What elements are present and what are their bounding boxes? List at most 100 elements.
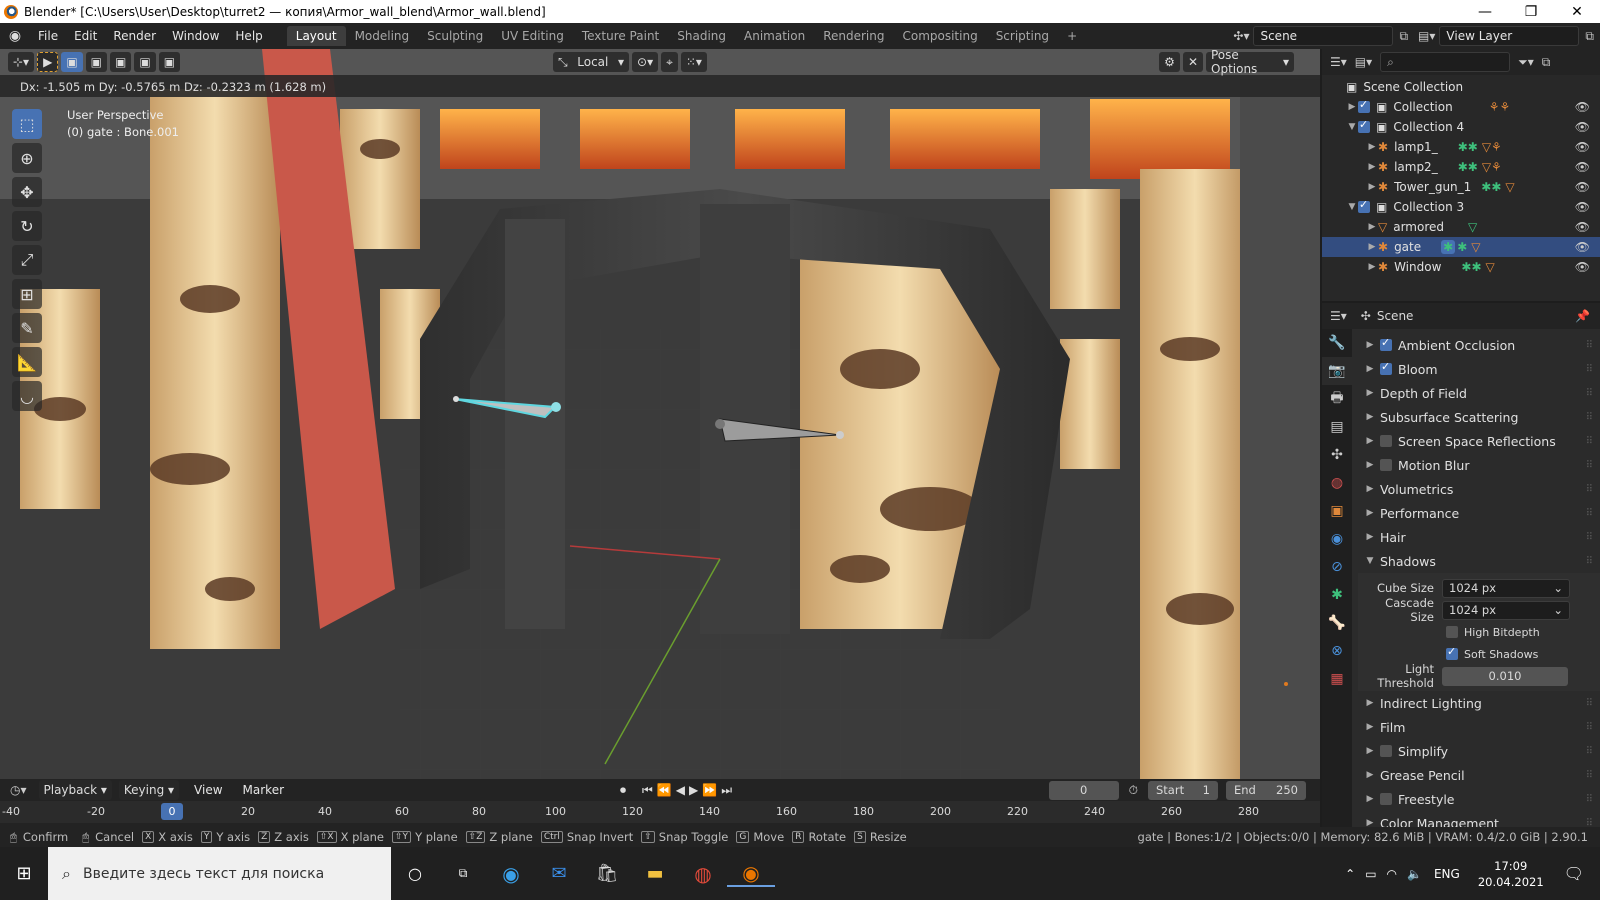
expand-arrow-icon[interactable]: ▶: [1346, 102, 1358, 112]
menu-file[interactable]: File: [30, 29, 66, 43]
expand-arrow-icon[interactable]: ▶: [1366, 142, 1378, 152]
outliner-row-lamp1[interactable]: ▶ ✱ lamp1_ ✱✱ ▽⚘ 👁: [1322, 137, 1600, 157]
store-icon[interactable]: 🛍: [583, 863, 631, 884]
select-new-icon[interactable]: ▣: [61, 52, 83, 72]
view-layer-icon[interactable]: ▤▾: [1418, 29, 1435, 43]
bone-tab-icon[interactable]: 🦴: [1322, 609, 1352, 637]
transform-orientation-dropdown[interactable]: ⤡ Local ▾: [553, 52, 630, 72]
jump-end-icon[interactable]: ⏭: [721, 783, 732, 798]
snap-icon[interactable]: ⌖: [661, 52, 678, 72]
menu-render[interactable]: Render: [105, 29, 164, 43]
ambient-occlusion-checkbox[interactable]: [1380, 336, 1392, 351]
grip-icon[interactable]: ⠿: [1586, 746, 1593, 757]
soft-shadows-checkbox[interactable]: [1446, 645, 1458, 660]
select-subtract-icon[interactable]: ▣: [110, 52, 132, 72]
bone-constraint-tab-icon[interactable]: ⊗: [1322, 637, 1352, 665]
notifications-icon[interactable]: 🗨: [1564, 864, 1584, 883]
expand-arrow-icon[interactable]: ▶: [1366, 222, 1378, 232]
outliner-row-tower-gun[interactable]: ▶ ✱ Tower_gun_1 ✱✱ ▽ 👁: [1322, 177, 1600, 197]
select-mode-icon[interactable]: ▶: [37, 52, 59, 72]
expand-arrow-icon[interactable]: ▶: [1366, 242, 1378, 252]
scale-icon[interactable]: ⤢: [12, 245, 42, 275]
panel-performance[interactable]: ▶ Performance ⠿: [1358, 501, 1600, 525]
collapse-arrow-icon[interactable]: ▼: [1346, 202, 1358, 212]
output-tab-icon[interactable]: 🖶: [1322, 385, 1352, 413]
grip-icon[interactable]: ⠿: [1586, 388, 1593, 399]
bone-roll-icon[interactable]: ◡: [12, 381, 42, 411]
tab-compositing[interactable]: Compositing: [893, 26, 986, 46]
rotate-icon[interactable]: ↻: [12, 211, 42, 241]
grip-icon[interactable]: ⠿: [1586, 770, 1593, 781]
menu-window[interactable]: Window: [164, 29, 227, 43]
move-icon[interactable]: ✥: [12, 177, 42, 207]
scene-selector-icon[interactable]: ✣▾: [1233, 29, 1249, 43]
select-invert-icon[interactable]: ▣: [134, 52, 156, 72]
menu-edit[interactable]: Edit: [66, 29, 105, 43]
cube-size-dropdown[interactable]: 1024 px ⌄: [1442, 578, 1570, 598]
outliner-scene-collection[interactable]: ▣ Scene Collection: [1322, 77, 1600, 97]
language-indicator[interactable]: ENG: [1434, 867, 1460, 881]
select-extend-icon[interactable]: ▣: [85, 52, 107, 72]
tool-tab-icon[interactable]: 🔧: [1322, 329, 1352, 357]
tab-shading[interactable]: Shading: [668, 26, 735, 46]
ssr-checkbox[interactable]: [1380, 435, 1392, 447]
simplify-checkbox[interactable]: [1380, 745, 1392, 757]
scene-tab-icon[interactable]: ✣: [1322, 441, 1352, 469]
exclude-checkbox[interactable]: [1358, 98, 1370, 113]
outliner-row-armored[interactable]: ▶ ▽ armored ▽ 👁: [1322, 217, 1600, 237]
play-reverse-icon[interactable]: ◀: [676, 783, 685, 797]
panel-simplify[interactable]: ▶ Simplify ⠿: [1358, 739, 1600, 763]
freestyle-checkbox[interactable]: [1380, 793, 1392, 805]
tab-rendering[interactable]: Rendering: [814, 26, 893, 46]
pin-icon[interactable]: 📌: [1575, 309, 1590, 323]
properties-editor-icon[interactable]: ☰▾: [1330, 309, 1347, 323]
visibility-eye-icon[interactable]: 👁: [1575, 180, 1590, 194]
visibility-eye-icon[interactable]: 👁: [1575, 100, 1590, 114]
transform-icon[interactable]: ⊞: [12, 279, 42, 309]
visibility-eye-icon[interactable]: 👁: [1575, 120, 1590, 134]
windows-start-icon[interactable]: ⊞: [0, 863, 48, 884]
play-icon[interactable]: ▶: [689, 783, 698, 797]
end-frame-field[interactable]: End 250: [1226, 780, 1306, 800]
high-bitdepth-row[interactable]: High Bitdepth: [1358, 621, 1600, 643]
grip-icon[interactable]: ⠿: [1586, 532, 1593, 543]
outliner-row-gate[interactable]: ▶ ✱ gate ✱ ✱ ▽ 👁: [1322, 237, 1600, 257]
snap-target-icon[interactable]: ⁙▾: [680, 52, 707, 72]
close-button[interactable]: ✕: [1554, 4, 1600, 20]
timeline-editor-icon[interactable]: ◷▾: [10, 783, 27, 797]
new-scene-icon[interactable]: ⧉: [1399, 29, 1408, 44]
current-frame-field[interactable]: 0: [1048, 780, 1119, 800]
taskbar-search-input[interactable]: ⌕ Введите здесь текст для поиска: [48, 847, 391, 900]
volume-icon[interactable]: 🔈: [1407, 867, 1422, 881]
armature-data-tab-icon[interactable]: ✱: [1322, 581, 1352, 609]
visibility-eye-icon[interactable]: 👁: [1575, 200, 1590, 214]
3d-viewport[interactable]: Dx: -1.505 m Dy: -0.5765 m Dz: -0.2323 m…: [0, 49, 1320, 779]
grip-icon[interactable]: ⠿: [1586, 460, 1593, 471]
grip-icon[interactable]: ⠿: [1586, 364, 1593, 375]
high-bitdepth-checkbox[interactable]: [1446, 626, 1458, 638]
cortana-icon[interactable]: ○: [391, 864, 439, 883]
outliner-editor-icon[interactable]: ☰▾: [1330, 55, 1347, 69]
cascade-size-dropdown[interactable]: 1024 px ⌄: [1442, 600, 1570, 620]
view-layer-tab-icon[interactable]: ▤: [1322, 413, 1352, 441]
minimize-button[interactable]: —: [1462, 4, 1508, 20]
grip-icon[interactable]: ⠿: [1586, 436, 1593, 447]
file-explorer-icon[interactable]: ▬: [631, 863, 679, 884]
chrome-icon[interactable]: ◍: [679, 862, 727, 886]
expand-arrow-icon[interactable]: ▶: [1366, 162, 1378, 172]
tab-scripting[interactable]: Scripting: [987, 26, 1058, 46]
tab-texture-paint[interactable]: Texture Paint: [573, 26, 668, 46]
jump-keyframe-back-icon[interactable]: ⏪: [657, 783, 672, 797]
panel-grease-pencil[interactable]: ▶ Grease Pencil ⠿: [1358, 763, 1600, 787]
tab-uv-editing[interactable]: UV Editing: [492, 26, 573, 46]
select-box-icon[interactable]: ⬚: [12, 109, 42, 139]
view-menu[interactable]: View: [186, 783, 230, 797]
display-mode-icon[interactable]: ▤▾: [1355, 55, 1372, 69]
world-tab-icon[interactable]: ◍: [1322, 469, 1352, 497]
menu-help[interactable]: Help: [227, 29, 270, 43]
new-collection-icon[interactable]: ⧉: [1542, 55, 1551, 70]
motion-blur-checkbox[interactable]: [1380, 459, 1392, 471]
exclude-checkbox[interactable]: [1358, 198, 1370, 213]
grip-icon[interactable]: ⠿: [1586, 340, 1593, 351]
grip-icon[interactable]: ⠿: [1586, 794, 1593, 805]
